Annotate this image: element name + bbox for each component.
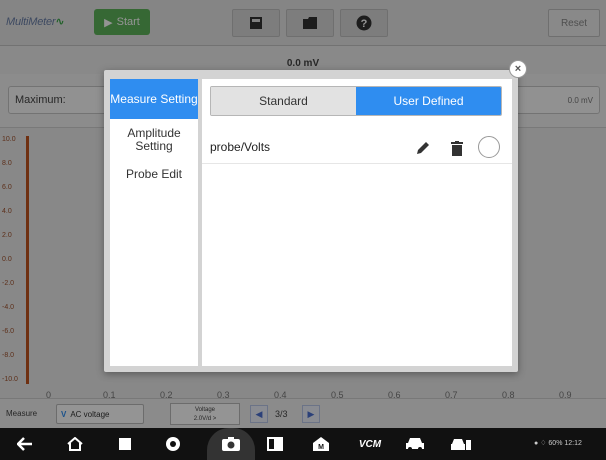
trash-icon <box>451 140 463 156</box>
probe-select-radio[interactable] <box>478 136 500 158</box>
signal-icon: ● ♢ <box>534 440 549 447</box>
settings-sidebar: Measure Setting Amplitude Setting Probe … <box>110 79 198 366</box>
sidebar-item-measure-setting[interactable]: Measure Setting <box>110 79 198 119</box>
windows-icon <box>267 437 283 451</box>
gear-icon <box>166 437 180 451</box>
probe-name: probe/Volts <box>210 140 271 154</box>
square-icon <box>119 438 131 450</box>
multitask-button[interactable] <box>264 434 286 454</box>
vcm-button[interactable]: VCM <box>356 434 384 454</box>
sidebar-item-label: Amplitude Setting <box>127 126 181 153</box>
status-indicators: ● ♢ 60% 12:12 <box>534 439 582 447</box>
vci-button[interactable] <box>162 434 184 454</box>
svg-text:M: M <box>318 444 324 451</box>
back-arrow-icon <box>17 437 32 451</box>
tab-user-defined[interactable]: User Defined <box>356 87 501 115</box>
close-icon: × <box>514 63 522 75</box>
autel-home-button[interactable]: M <box>310 434 332 454</box>
home-icon <box>67 437 83 451</box>
sidebar-item-label: Probe Edit <box>125 166 183 181</box>
sidebar-item-label: Measure Setting <box>110 91 198 106</box>
screenshot-button[interactable] <box>220 434 242 454</box>
camera-icon <box>222 437 240 451</box>
sidebar-item-probe-edit[interactable]: Probe Edit <box>110 161 198 187</box>
system-nav-bar: M VCM ● ♢ 60% 12:12 <box>0 428 606 460</box>
home-button[interactable] <box>64 434 86 454</box>
settings-content <box>202 79 512 366</box>
close-dialog-button[interactable]: × <box>509 60 527 78</box>
sidebar-item-amplitude-setting[interactable]: Amplitude Setting <box>110 119 198 161</box>
house-m-icon: M <box>313 437 329 451</box>
car-scan-button[interactable] <box>450 434 472 454</box>
list-item[interactable]: probe/Volts <box>202 130 512 164</box>
car-icon <box>406 438 424 451</box>
back-button[interactable] <box>14 434 36 454</box>
status-text: 60% 12:12 <box>548 440 582 447</box>
pencil-icon <box>417 142 429 154</box>
recent-apps-button[interactable] <box>114 434 136 454</box>
vcm-icon: VCM <box>358 438 382 450</box>
probe-type-tabs: Standard User Defined <box>210 86 502 116</box>
delete-probe-button[interactable] <box>446 137 468 159</box>
edit-probe-button[interactable] <box>412 137 434 159</box>
car-scan-icon <box>451 439 471 450</box>
tab-standard[interactable]: Standard <box>211 87 356 115</box>
car-button[interactable] <box>404 434 426 454</box>
